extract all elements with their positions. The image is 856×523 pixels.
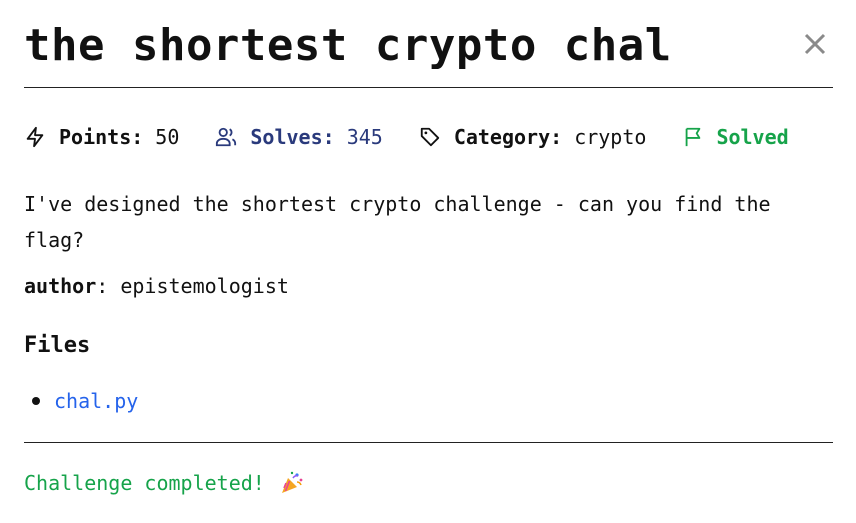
- solved-status: Solved: [682, 125, 789, 149]
- party-popper-icon: [281, 471, 303, 493]
- author-separator: :: [96, 274, 121, 298]
- category-stat: Category: crypto: [419, 125, 647, 149]
- files-heading: Files: [24, 333, 91, 358]
- solved-label: Solved: [716, 125, 789, 149]
- category-label: Category:: [453, 125, 563, 149]
- modal-header: the shortest crypto chal: [24, 18, 833, 88]
- solves-label: Solves:: [250, 125, 335, 149]
- challenge-title: the shortest crypto chal: [24, 20, 672, 71]
- divider: [24, 442, 833, 443]
- completion-message: Challenge completed!: [24, 470, 305, 496]
- points-icon: [26, 126, 44, 148]
- file-item: chal.py: [24, 385, 138, 417]
- tag-icon: [420, 127, 439, 147]
- points-value: 50: [155, 125, 180, 149]
- points-label: Points:: [59, 125, 144, 149]
- file-link[interactable]: chal.py: [54, 389, 138, 413]
- challenge-description: I've designed the shortest crypto challe…: [24, 192, 771, 252]
- close-icon[interactable]: [801, 30, 829, 58]
- solves-stat: Solves: 345: [215, 125, 383, 149]
- category-value: crypto: [574, 125, 647, 149]
- list-bullet: [32, 397, 40, 405]
- files-list: chal.py: [24, 385, 138, 417]
- users-icon: [216, 127, 237, 147]
- author-line: author: epistemologist: [24, 270, 289, 302]
- challenge-meta: Points: 50 Solves: 345 Category: crypto …: [24, 122, 789, 152]
- solves-value: 345: [346, 125, 383, 149]
- completion-text: Challenge completed!: [24, 471, 265, 495]
- author-name: epistemologist: [120, 274, 289, 298]
- author-label: author: [24, 274, 97, 298]
- points-stat: Points: 50: [24, 125, 179, 149]
- flag-icon: [686, 127, 701, 147]
